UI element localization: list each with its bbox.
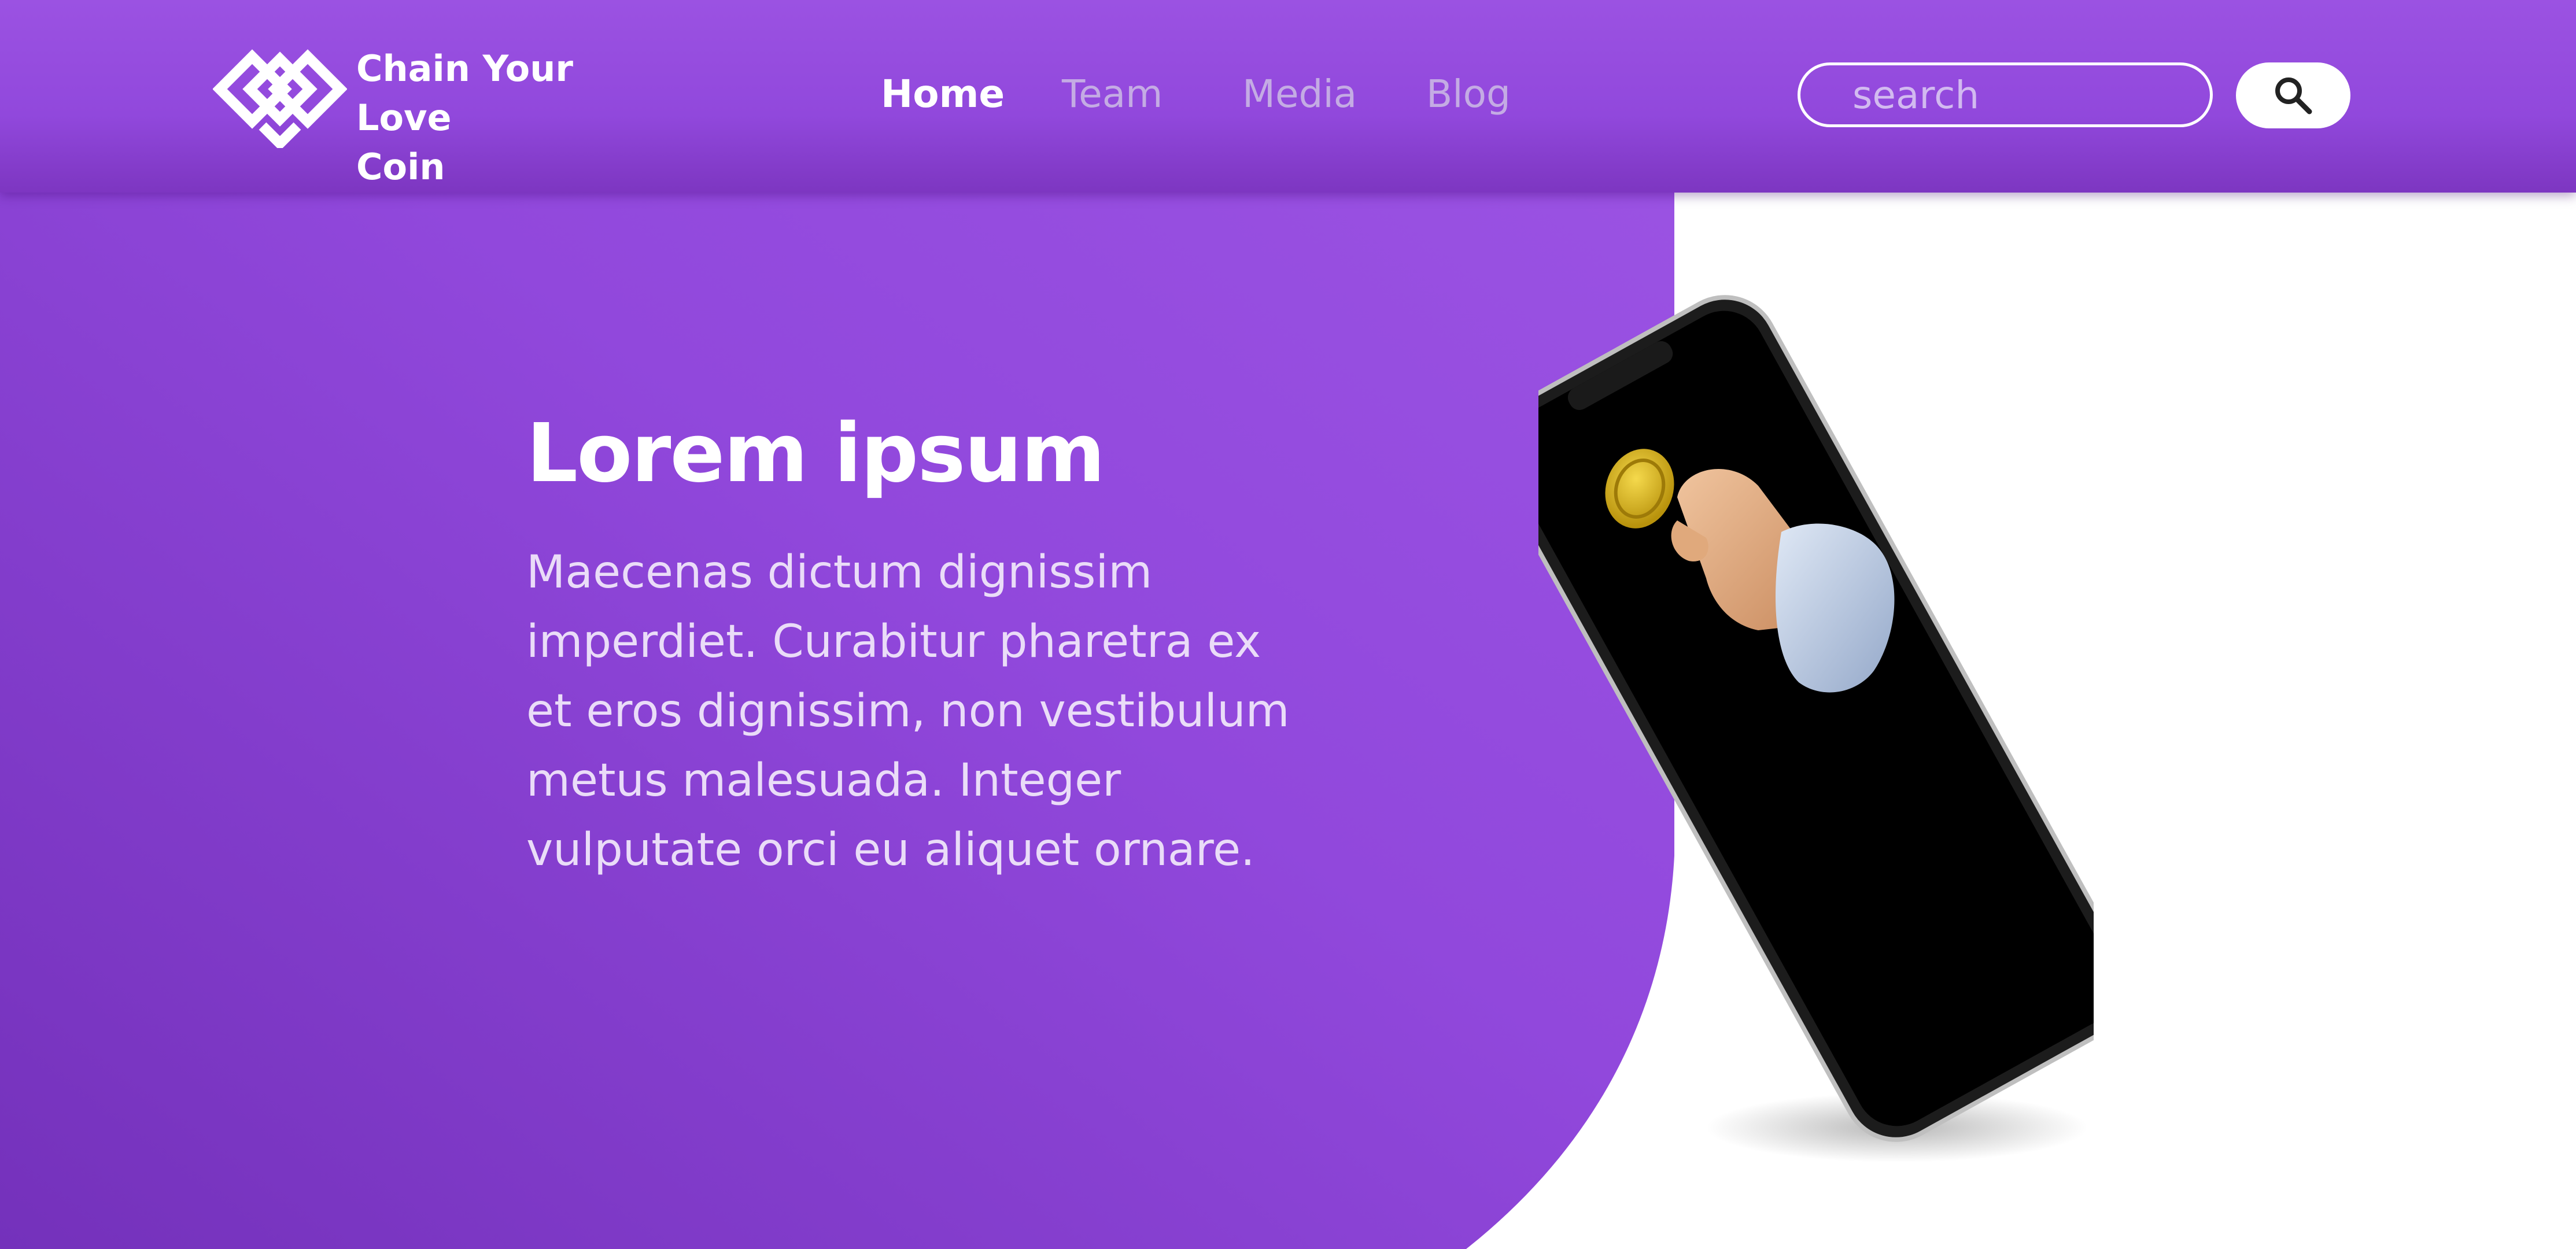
site-header: Chain Your Love Coin Home Team Media Blo… (0, 0, 2576, 193)
search-button[interactable] (2236, 62, 2350, 128)
search-icon (2275, 77, 2312, 114)
nav-item-team[interactable]: Team (1062, 68, 1162, 120)
interlocked-hearts-diamond-icon[interactable] (213, 44, 347, 148)
smartphone-coin-illustration (1538, 295, 2094, 1162)
search-input[interactable] (1852, 65, 2199, 124)
search-box (1798, 62, 2213, 127)
hero-description: Maecenas dictum dignissim imperdiet. Cur… (526, 546, 1290, 876)
brand-name[interactable]: Chain Your Love Coin (356, 44, 657, 191)
nav-item-home[interactable]: Home (881, 68, 1005, 120)
brand-name-line1: Chain Your Love (356, 47, 573, 139)
nav-item-blog[interactable]: Blog (1426, 68, 1511, 120)
nav-item-media[interactable]: Media (1242, 68, 1357, 120)
hero-title: Lorem ipsum (526, 407, 1105, 501)
brand-name-line2: Coin (356, 146, 445, 188)
